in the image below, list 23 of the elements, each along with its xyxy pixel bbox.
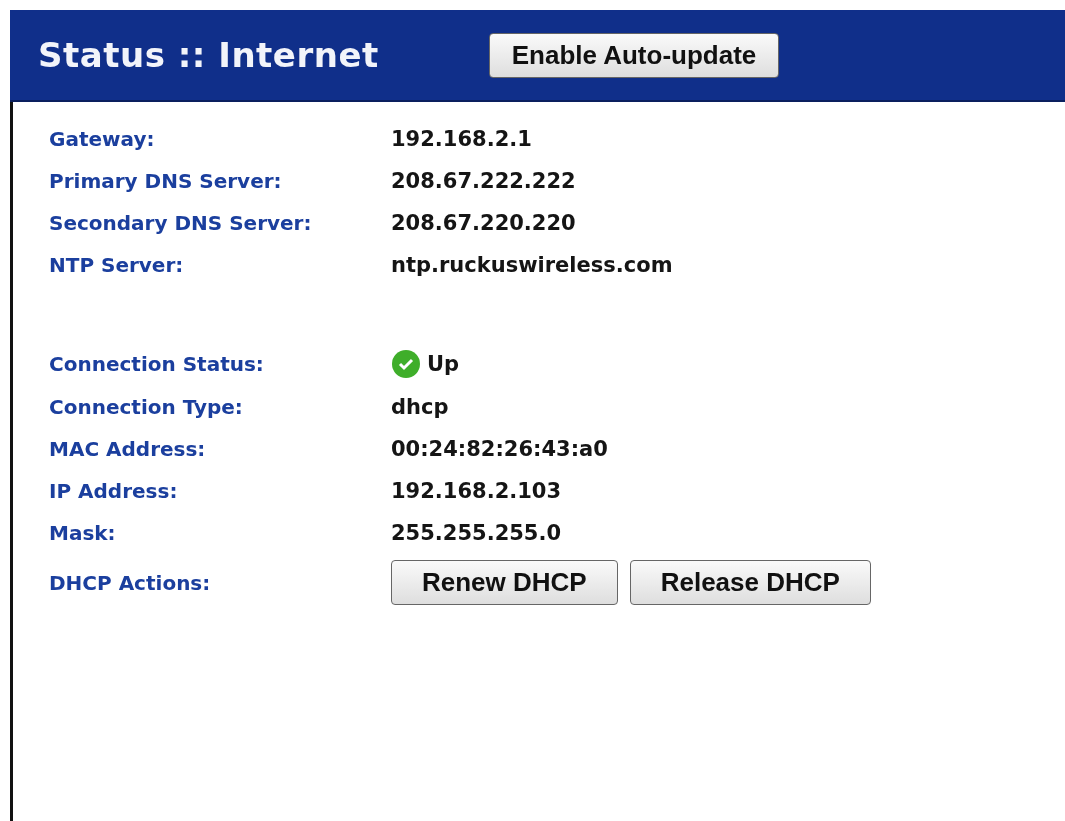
field-label: Primary DNS Server: <box>49 168 283 193</box>
field-label: Connection Type: <box>49 394 244 419</box>
field-label: Gateway: <box>49 126 156 151</box>
field-value: 00:24:82:26:43:a0 <box>391 436 609 461</box>
dhcp-button[interactable]: Release DHCP <box>629 560 871 605</box>
field-value: 255.255.255.0 <box>391 520 563 545</box>
field-label: DHCP Actions: <box>49 570 212 595</box>
status-value: Up <box>427 352 460 376</box>
field-value: dhcp <box>391 394 450 419</box>
field-value: ntp.ruckuswireless.com <box>391 252 674 277</box>
field-value: 208.67.222.222 <box>391 168 577 193</box>
dhcp-button[interactable]: Renew DHCP <box>391 560 618 605</box>
field-label: IP Address: <box>49 478 179 503</box>
field-value: 192.168.2.1 <box>391 126 533 151</box>
field-value: 192.168.2.103 <box>391 478 563 503</box>
field-label: Mask: <box>49 520 117 545</box>
auto-update-button[interactable]: Enable Auto-update <box>488 32 780 78</box>
field-value: 208.67.220.220 <box>391 210 577 235</box>
field-label: Secondary DNS Server: <box>49 210 313 235</box>
page-title: Status :: Internet <box>38 35 379 75</box>
field-label: MAC Address: <box>49 436 207 461</box>
field-label: NTP Server: <box>49 252 185 277</box>
field-label: Connection Status: <box>49 352 265 376</box>
